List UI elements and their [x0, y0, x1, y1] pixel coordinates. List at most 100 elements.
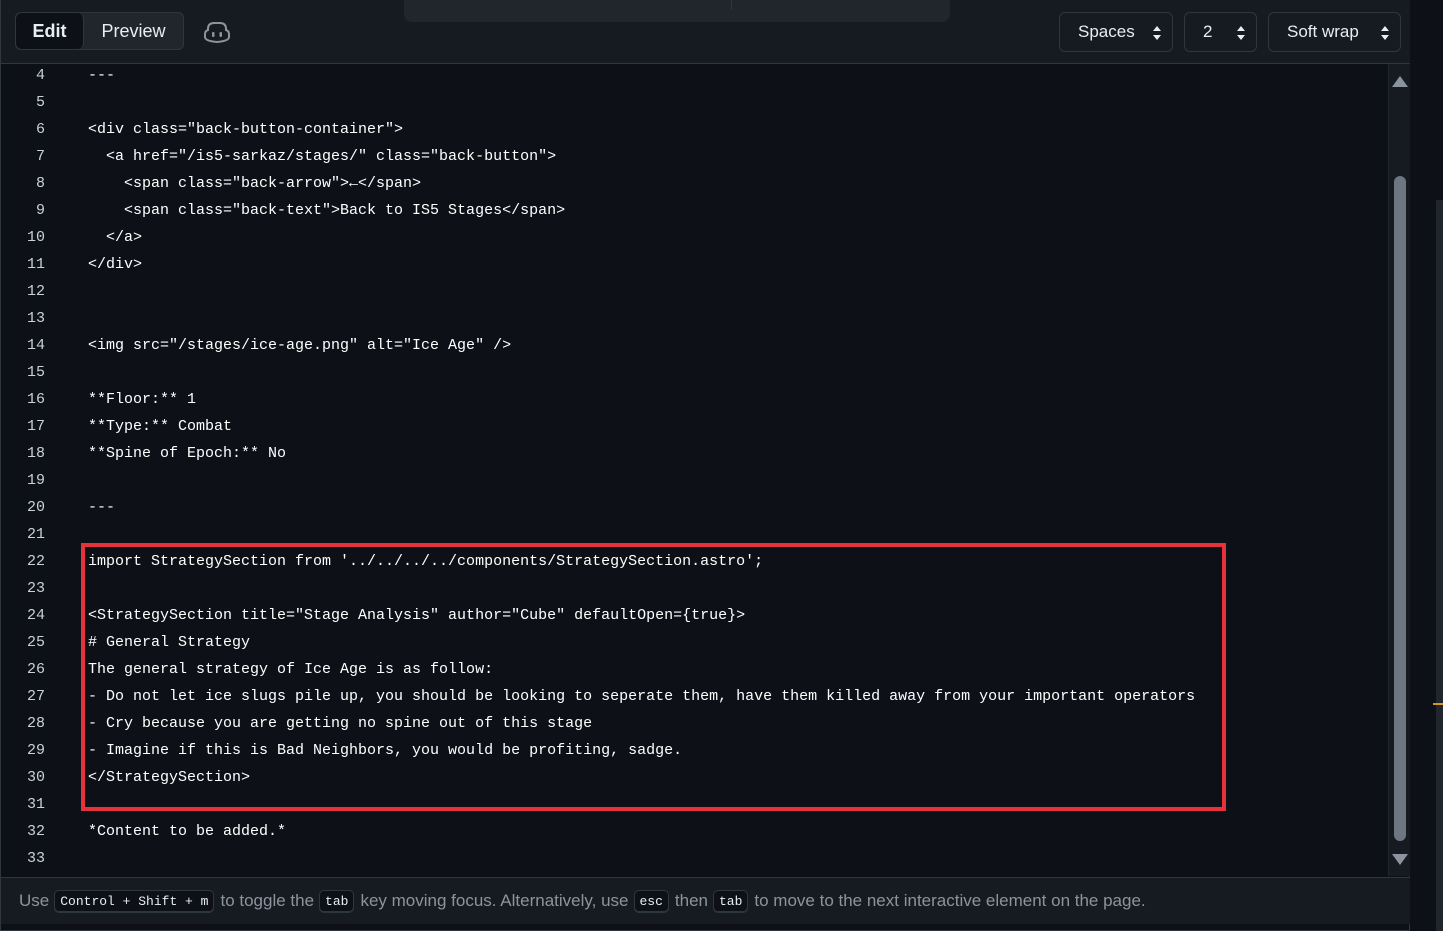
code-line[interactable]: 19 — [1, 467, 1381, 494]
edit-preview-tabs: Edit Preview — [15, 12, 184, 50]
code-text[interactable]: The general strategy of Ice Age is as fo… — [88, 656, 493, 683]
tab-edit[interactable]: Edit — [16, 13, 84, 49]
line-number: 19 — [26, 472, 45, 489]
select-arrows-icon — [1381, 26, 1389, 40]
code-text[interactable]: </a> — [88, 224, 142, 251]
code-text[interactable]: *Content to be added.* — [88, 818, 286, 845]
copilot-icon[interactable] — [204, 20, 230, 44]
hint-text: to toggle the — [220, 891, 315, 910]
kbd-esc: esc — [633, 889, 669, 913]
line-number: 29 — [26, 742, 45, 759]
code-text[interactable]: - Do not let ice slugs pile up, you shou… — [88, 683, 1195, 710]
line-number: 5 — [35, 94, 45, 111]
code-line[interactable]: 4 --- — [1, 64, 1381, 89]
code-text[interactable]: --- — [88, 494, 115, 521]
line-number: 10 — [26, 229, 45, 246]
code-text[interactable]: --- — [88, 64, 115, 89]
line-number: 27 — [26, 688, 45, 705]
code-line[interactable]: 23 — [1, 575, 1381, 602]
tab-preview[interactable]: Preview — [84, 13, 183, 49]
line-number: 26 — [26, 661, 45, 678]
code-line[interactable]: 7 <a href="/is5-sarkaz/stages/" class="b… — [1, 143, 1381, 170]
kbd-shortcut: Control + Shift + m — [54, 889, 215, 913]
code-text[interactable]: <span class="back-text">Back to IS5 Stag… — [88, 197, 565, 224]
code-text[interactable]: <img src="/stages/ice-age.png" alt="Ice … — [88, 332, 511, 359]
scrollbar-thumb[interactable] — [1394, 176, 1406, 841]
line-number: 31 — [26, 796, 45, 813]
code-line[interactable]: 15 — [1, 359, 1381, 386]
kbd-tab: tab — [713, 889, 749, 913]
code-line[interactable]: 6 <div class="back-button-container"> — [1, 116, 1381, 143]
code-text[interactable]: **Floor:** 1 — [88, 386, 196, 413]
code-line[interactable]: 29 - Imagine if this is Bad Neighbors, yo… — [1, 737, 1381, 764]
line-number: 22 — [26, 553, 45, 570]
line-number: 32 — [26, 823, 45, 840]
code-line[interactable]: 25 # General Strategy — [1, 629, 1381, 656]
code-text[interactable]: <div class="back-button-container"> — [88, 116, 403, 143]
select-arrows-icon — [1153, 26, 1161, 40]
wrap-mode-value: Soft wrap — [1287, 22, 1359, 41]
code-line[interactable]: 30 </StrategySection> — [1, 764, 1381, 791]
indent-mode-select[interactable]: Spaces — [1059, 12, 1173, 52]
line-number: 6 — [35, 121, 45, 138]
scroll-down-icon[interactable] — [1392, 854, 1408, 865]
line-number: 28 — [26, 715, 45, 732]
code-text[interactable]: **Type:** Combat — [88, 413, 232, 440]
code-line[interactable]: 22 import StrategySection from '../../../… — [1, 548, 1381, 575]
wrap-mode-select[interactable]: Soft wrap — [1268, 12, 1401, 52]
code-text[interactable]: # General Strategy — [88, 629, 250, 656]
indent-size-select[interactable]: 2 — [1184, 12, 1257, 52]
code-line[interactable]: 11 </div> — [1, 251, 1381, 278]
code-line[interactable]: 26 The general strategy of Ice Age is as … — [1, 656, 1381, 683]
keyboard-hint-bar: Use Control + Shift + m to toggle the ta… — [1, 877, 1411, 924]
code-line[interactable]: 13 — [1, 305, 1381, 332]
line-number: 7 — [35, 148, 45, 165]
code-line[interactable]: 5 — [1, 89, 1381, 116]
code-text[interactable]: </StrategySection> — [88, 764, 250, 791]
hint-text: to move to the next interactive element … — [754, 891, 1146, 910]
code-line[interactable]: 17 **Type:** Combat — [1, 413, 1381, 440]
line-number: 16 — [26, 391, 45, 408]
scroll-marker — [1433, 703, 1443, 705]
select-arrows-icon — [1237, 26, 1245, 40]
code-line[interactable]: 21 — [1, 521, 1381, 548]
line-number: 21 — [26, 526, 45, 543]
code-line[interactable]: 10 </a> — [1, 224, 1381, 251]
code-line[interactable]: 32 *Content to be added.* — [1, 818, 1381, 845]
code-line[interactable]: 16 **Floor:** 1 — [1, 386, 1381, 413]
code-line[interactable]: 14 <img src="/stages/ice-age.png" alt="Ic… — [1, 332, 1381, 359]
code-text[interactable]: **Spine of Epoch:** No — [88, 440, 286, 467]
editor-toolbar: Edit Preview Spaces 2 Soft wrap — [1, 0, 1411, 64]
hint-text: Use — [19, 891, 50, 910]
code-line[interactable]: 8 <span class="back-arrow">←</span> — [1, 170, 1381, 197]
code-line[interactable]: 28 - Cry because you are getting no spine… — [1, 710, 1381, 737]
line-number: 12 — [26, 283, 45, 300]
code-line[interactable]: 31 — [1, 791, 1381, 818]
code-line[interactable]: 18 **Spine of Epoch:** No — [1, 440, 1381, 467]
code-text[interactable]: <span class="back-arrow">←</span> — [88, 170, 421, 197]
code-line[interactable]: 20 --- — [1, 494, 1381, 521]
code-line[interactable]: 24 <StrategySection title="Stage Analysis… — [1, 602, 1381, 629]
code-line[interactable]: 9 <span class="back-text">Back to IS5 St… — [1, 197, 1381, 224]
page-scrollbar-track — [1436, 200, 1443, 931]
toolbar-overlay — [404, 0, 950, 22]
line-number: 30 — [26, 769, 45, 786]
code-line[interactable]: 27 - Do not let ice slugs pile up, you sh… — [1, 683, 1381, 710]
scroll-up-icon[interactable] — [1392, 76, 1408, 87]
line-number: 25 — [26, 634, 45, 651]
line-number: 13 — [26, 310, 45, 327]
code-text[interactable]: <StrategySection title="Stage Analysis" … — [88, 602, 745, 629]
code-line[interactable]: 12 — [1, 278, 1381, 305]
line-number: 8 — [35, 175, 45, 192]
code-text[interactable]: </div> — [88, 251, 142, 278]
vertical-scrollbar[interactable] — [1388, 64, 1411, 876]
line-number: 4 — [35, 67, 45, 84]
code-text[interactable]: - Imagine if this is Bad Neighbors, you … — [88, 737, 682, 764]
code-editor[interactable]: 33 32 *Content to be added.* 31 30 </Strategy… — [1, 64, 1411, 876]
code-text[interactable]: import StrategySection from '../../../..… — [88, 548, 763, 575]
hint-text: then — [674, 891, 708, 910]
code-text[interactable]: - Cry because you are getting no spine o… — [88, 710, 592, 737]
code-line[interactable]: 33 — [1, 845, 1381, 872]
line-number: 11 — [26, 256, 45, 273]
code-text[interactable]: <a href="/is5-sarkaz/stages/" class="bac… — [88, 143, 556, 170]
